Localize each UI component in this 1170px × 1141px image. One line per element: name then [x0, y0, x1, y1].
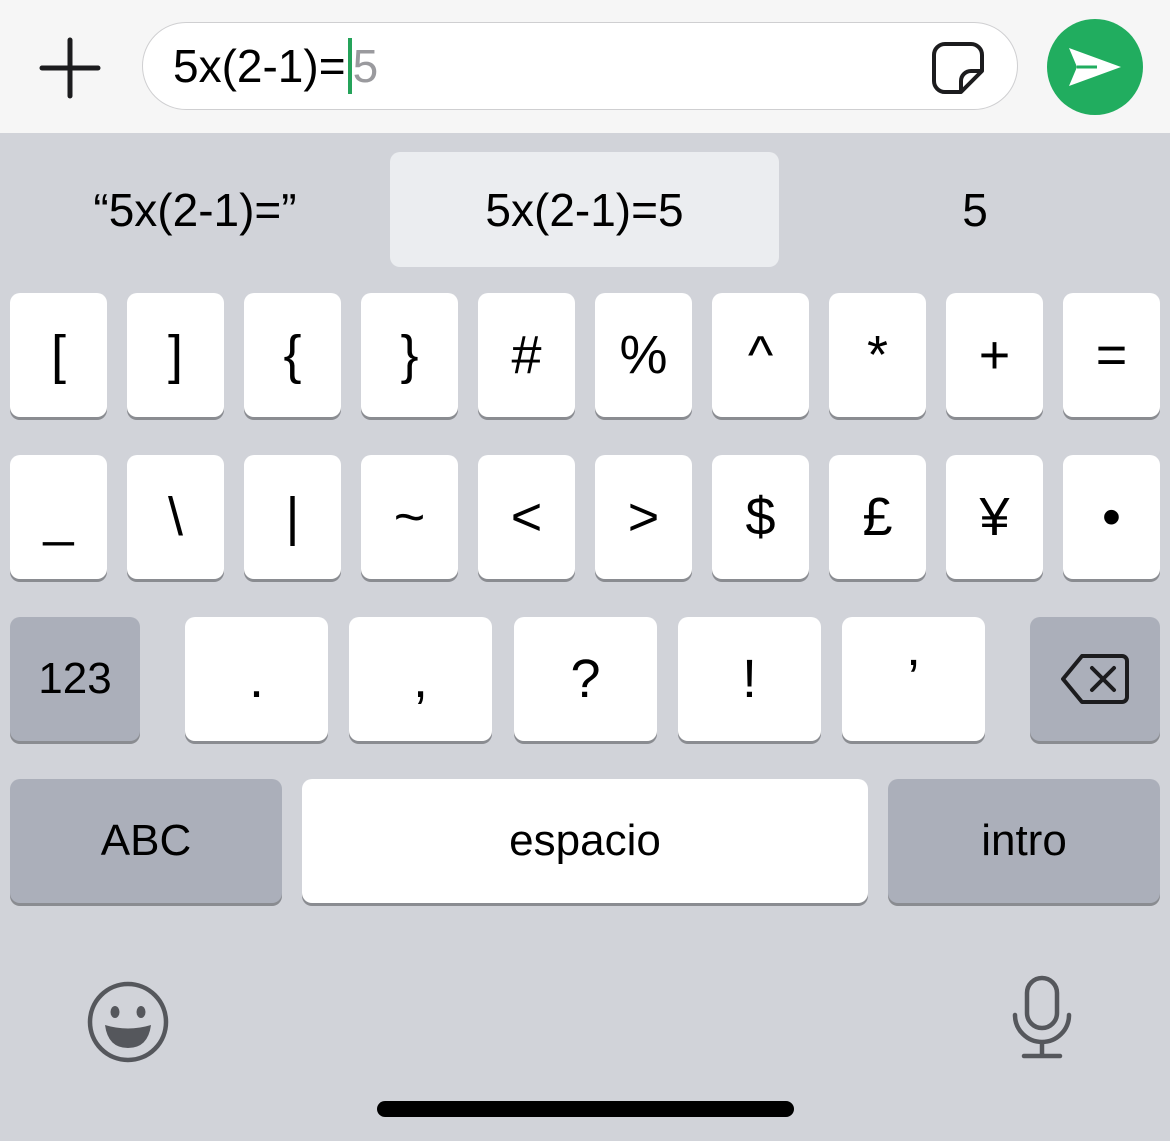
key-space[interactable]: espacio	[302, 779, 868, 903]
key-asterisk[interactable]: *	[829, 293, 926, 417]
key-less-than[interactable]: <	[478, 455, 575, 579]
key-bullet[interactable]: •	[1063, 455, 1160, 579]
inline-suggestion: 5	[352, 40, 379, 92]
suggestion-autocomplete[interactable]: 5x(2-1)=5	[390, 152, 779, 267]
message-input[interactable]: 5x(2-1)= 5	[142, 22, 1018, 110]
key-caret[interactable]: ^	[712, 293, 809, 417]
key-underscore[interactable]: _	[10, 455, 107, 579]
key-comma[interactable]: ,	[349, 617, 492, 741]
text-caret	[347, 38, 352, 94]
key-dollar[interactable]: $	[712, 455, 809, 579]
message-input-text: 5x(2-1)= 5	[173, 23, 378, 109]
key-return[interactable]: intro	[888, 779, 1160, 903]
key-backslash[interactable]: \	[127, 455, 224, 579]
message-composer: 5x(2-1)= 5	[0, 0, 1170, 133]
key-close-brace[interactable]: }	[361, 293, 458, 417]
backspace-icon	[1061, 654, 1129, 704]
key-greater-than[interactable]: >	[595, 455, 692, 579]
attach-plus-button[interactable]	[36, 34, 104, 102]
key-tilde[interactable]: ~	[361, 455, 458, 579]
key-plus[interactable]: +	[946, 293, 1043, 417]
home-indicator[interactable]	[377, 1101, 794, 1117]
key-exclamation[interactable]: !	[678, 617, 821, 741]
key-close-bracket[interactable]: ]	[127, 293, 224, 417]
typed-text: 5x(2-1)=	[173, 40, 346, 92]
key-percent[interactable]: %	[595, 293, 692, 417]
sticker-icon[interactable]	[931, 41, 985, 95]
suggestion-result[interactable]: 5	[780, 152, 1170, 267]
suggestion-quoted[interactable]: “5x(2-1)=”	[0, 152, 390, 267]
key-pound[interactable]: £	[829, 455, 926, 579]
key-apostrophe[interactable]: ’	[842, 617, 985, 741]
send-button[interactable]	[1047, 19, 1143, 115]
key-period[interactable]: .	[185, 617, 328, 741]
key-open-brace[interactable]: {	[244, 293, 341, 417]
key-hash[interactable]: #	[478, 293, 575, 417]
key-pipe[interactable]: |	[244, 455, 341, 579]
emoji-icon[interactable]	[86, 980, 170, 1064]
key-equals[interactable]: =	[1063, 293, 1160, 417]
send-arrow-icon	[1069, 48, 1121, 86]
key-open-bracket[interactable]: [	[10, 293, 107, 417]
key-abc-mode[interactable]: ABC	[10, 779, 282, 903]
plus-icon	[39, 37, 101, 99]
microphone-icon[interactable]	[1010, 975, 1074, 1061]
key-numbers-mode[interactable]: 123	[10, 617, 140, 741]
key-delete[interactable]	[1030, 617, 1160, 741]
key-yen[interactable]: ¥	[946, 455, 1043, 579]
key-question[interactable]: ?	[514, 617, 657, 741]
